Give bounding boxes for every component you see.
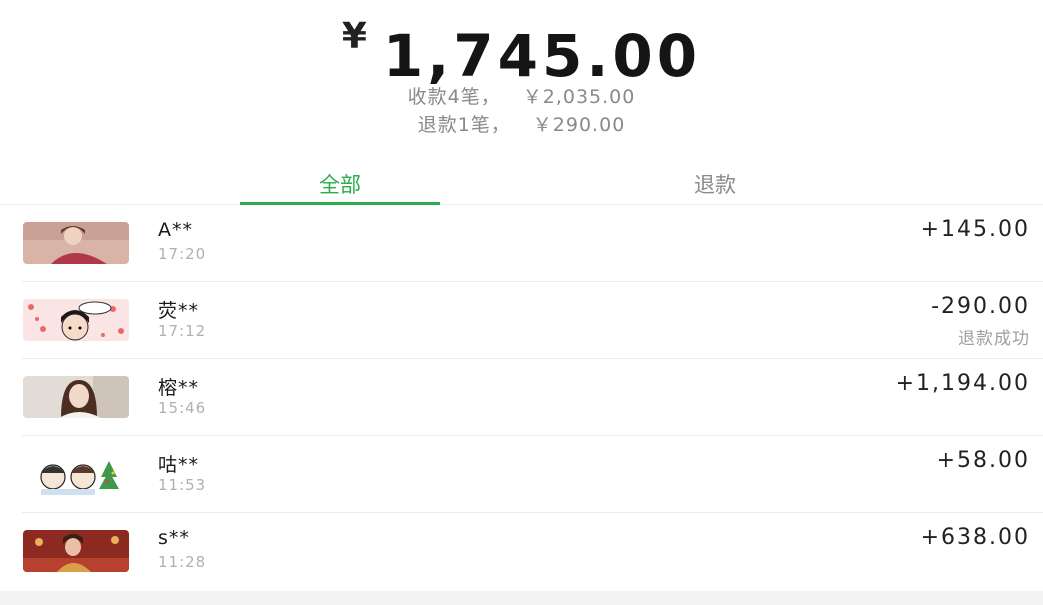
refund-amount: ￥290.00	[532, 114, 626, 136]
transaction-row[interactable]: 榕** 15:46 +1,194.00	[0, 359, 1043, 436]
transaction-time: 17:20	[158, 245, 207, 263]
payer-name: 咕**	[158, 454, 200, 476]
payer-name: 荧**	[158, 300, 200, 322]
transaction-row[interactable]: 咕** 11:53 +58.00	[0, 436, 1043, 513]
transaction-amount: +1,194.00	[895, 371, 1030, 396]
avatar	[23, 299, 129, 341]
payer-name: A**	[158, 219, 193, 241]
total-value: 1,745.00	[382, 22, 702, 90]
total-amount: ¥1,745.00	[0, 16, 1043, 90]
transaction-row[interactable]: s** 11:28 +638.00	[0, 513, 1043, 590]
tab-all[interactable]: 全部	[240, 166, 440, 205]
income-label: 收款4笔，	[407, 86, 501, 108]
transaction-amount: -290.00	[931, 294, 1030, 319]
filter-tabs: 全部 退款	[0, 166, 1043, 205]
refund-summary: 退款1笔， ￥290.00	[0, 110, 1043, 137]
transaction-row[interactable]: 荧** 17:12 -290.00 退款成功	[0, 282, 1043, 359]
payer-name: 榕**	[158, 377, 200, 399]
transaction-amount: +638.00	[920, 525, 1030, 550]
avatar	[23, 530, 129, 572]
transaction-time: 17:12	[158, 322, 207, 340]
transaction-list: A** 17:20 +145.00 荧** 17:12 -290.00 退款成功	[0, 205, 1043, 590]
transaction-time: 11:28	[158, 553, 207, 571]
refund-label: 退款1笔，	[417, 114, 511, 136]
transaction-row[interactable]: A** 17:20 +145.00	[0, 205, 1043, 282]
transaction-amount: +58.00	[936, 448, 1030, 473]
transaction-time: 11:53	[158, 476, 207, 494]
bottom-band	[0, 591, 1043, 605]
currency-symbol: ¥	[341, 16, 367, 57]
tab-refund[interactable]: 退款	[615, 166, 815, 204]
summary-header: ¥1,745.00 收款4笔， ￥2,035.00 退款1笔， ￥290.00	[0, 0, 1043, 160]
avatar	[23, 453, 129, 495]
payer-name: s**	[158, 527, 190, 549]
transaction-time: 15:46	[158, 399, 207, 417]
income-amount: ￥2,035.00	[522, 86, 636, 108]
avatar	[23, 376, 129, 418]
transaction-amount: +145.00	[920, 217, 1030, 242]
income-summary: 收款4笔， ￥2,035.00	[0, 82, 1043, 109]
avatar	[23, 222, 129, 264]
refund-status: 退款成功	[958, 329, 1030, 349]
